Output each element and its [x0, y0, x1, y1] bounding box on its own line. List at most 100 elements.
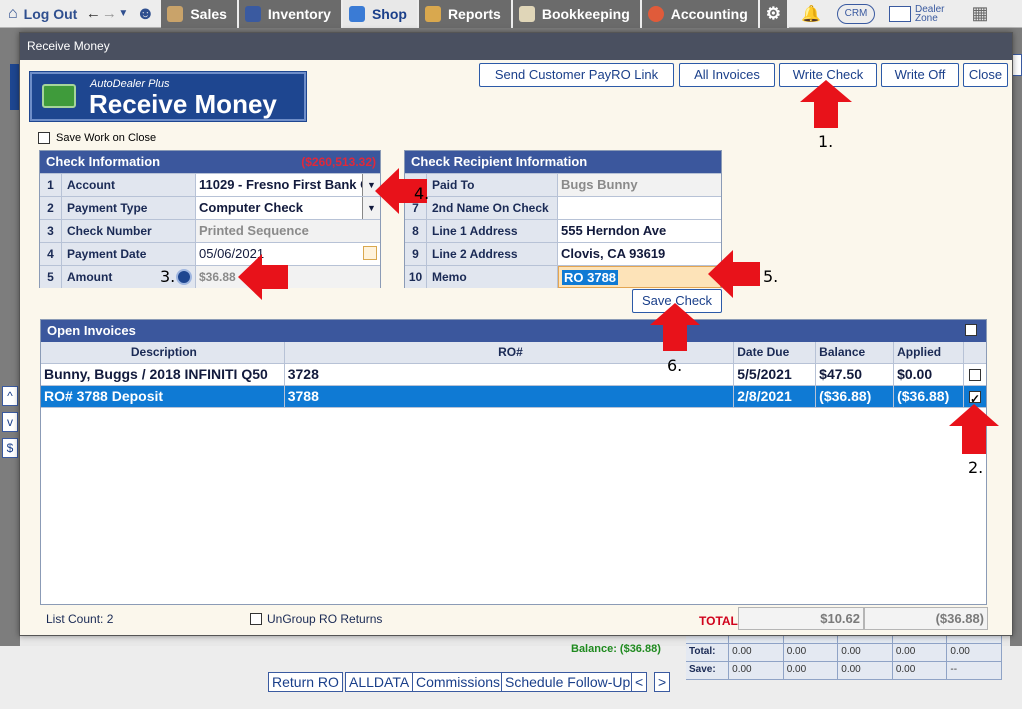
gear-icon: ⚙ — [765, 3, 781, 23]
tab-reports[interactable]: Reports — [418, 0, 513, 28]
schedule-follow-up-button[interactable]: Schedule Follow-Up — [501, 672, 635, 692]
line2-address-input[interactable]: Clovis, CA 93619 — [558, 243, 721, 265]
totals-row-save: Save: 0.00 0.00 0.00 0.00 -- — [686, 662, 1002, 680]
user-face-icon[interactable]: ☻ — [129, 3, 161, 24]
invoice-row-checkbox[interactable] — [969, 389, 981, 407]
annotation-arrow-3 — [238, 254, 288, 300]
home-icon: ⌂ — [8, 4, 18, 22]
dialog-title: Receive Money — [20, 33, 1012, 60]
annotation-label-1: 1. — [818, 132, 834, 151]
check-number-input[interactable]: Printed Sequence — [196, 220, 380, 242]
save-work-checkbox[interactable] — [38, 132, 50, 144]
check-information-panel: Check Information ($260,513.32) 1 Accoun… — [39, 150, 381, 288]
return-ro-button[interactable]: Return RO — [268, 672, 343, 692]
account-select[interactable]: 11029 - Fresno First Bank Checking ▼ — [196, 174, 380, 196]
invoices-footer: List Count: 2 UnGroup RO Returns TOTAL $… — [40, 607, 988, 631]
annotation-label-2: 2. — [968, 458, 984, 477]
scroll-down-button[interactable]: v — [2, 412, 18, 432]
receive-money-dialog: Receive Money AutoDealer Plus Receive Mo… — [19, 32, 1013, 636]
list-count: List Count: 2 — [46, 612, 114, 626]
field-account: 1 Account 11029 - Fresno First Bank Chec… — [40, 173, 380, 196]
report-icon — [424, 5, 441, 22]
check-recipient-panel: Check Recipient Information 6 Paid To Bu… — [404, 150, 722, 288]
bg-button-edge[interactable] — [1012, 54, 1022, 76]
calculator-icon[interactable]: ▦ — [971, 3, 989, 24]
annotation-label-6: 6. — [667, 356, 683, 375]
totals-row-total: Total: 0.00 0.00 0.00 0.00 0.00 — [686, 644, 1002, 662]
alldata-button[interactable]: ALLDATA — [345, 672, 414, 692]
balance-label: Balance: ($36.88) — [571, 643, 661, 655]
book-icon — [518, 5, 535, 22]
next-button[interactable]: > — [654, 672, 671, 692]
tab-bookkeeping[interactable]: Bookkeeping — [512, 0, 642, 28]
invoice-row-checkbox[interactable] — [969, 368, 981, 381]
invoice-row[interactable]: Bunny, Buggs / 2018 INFINITI Q50 3728 5/… — [41, 364, 986, 386]
scroll-up-button[interactable]: ^ — [2, 386, 18, 406]
payment-type-select[interactable]: Computer Check ▼ — [196, 197, 380, 219]
cash-icon — [42, 84, 76, 108]
dollar-button[interactable]: $ — [2, 438, 18, 458]
id-card-icon — [889, 5, 911, 22]
write-off-button[interactable]: Write Off — [881, 63, 959, 87]
memo-input[interactable]: RO 3788 — [558, 266, 721, 288]
total-applied: ($36.88) — [864, 607, 988, 630]
tab-shop[interactable]: Shop — [342, 0, 419, 28]
receive-money-logo: AutoDealer Plus Receive Money — [30, 72, 306, 121]
field-line2-address: 9 Line 2 Address Clovis, CA 93619 — [405, 242, 721, 265]
all-invoices-button[interactable]: All Invoices — [679, 63, 775, 87]
total-balance: $10.62 — [738, 607, 864, 630]
amount-info-icon[interactable] — [176, 269, 192, 285]
annotation-arrow-5 — [708, 250, 760, 298]
back-arrow-icon[interactable]: ← — [85, 5, 101, 22]
car-icon — [244, 5, 261, 22]
select-all-checkbox[interactable] — [965, 324, 977, 336]
field-payment-type: 2 Payment Type Computer Check ▼ — [40, 196, 380, 219]
dealer-zone-button[interactable]: Dealer Zone — [889, 4, 955, 23]
col-description[interactable]: Description — [41, 342, 285, 363]
paid-to-input[interactable]: Bugs Bunny — [558, 174, 721, 196]
tab-accounting[interactable]: Accounting — [641, 0, 760, 28]
settings-tab[interactable]: ⚙ — [759, 0, 789, 28]
col-date-due[interactable]: Date Due — [734, 342, 817, 363]
prev-button[interactable]: < — [631, 672, 648, 692]
send-payro-link-button[interactable]: Send Customer PayRO Link — [479, 63, 674, 87]
annotation-label-3: 3. — [160, 267, 176, 286]
save-work-on-close[interactable]: Save Work on Close — [38, 132, 156, 144]
ungroup-ro-returns[interactable]: UnGroup RO Returns — [250, 612, 382, 626]
annotation-label-4: 4. — [414, 184, 430, 203]
check-total: ($260,513.32) — [301, 155, 376, 169]
invoice-table-header: Description RO# Date Due Balance Applied — [41, 342, 986, 364]
commissions-button[interactable]: Commissions — [412, 672, 505, 692]
amount-input[interactable]: $36.88 — [196, 266, 380, 288]
logout-link[interactable]: ⌂ Log Out — [0, 0, 85, 28]
line1-address-input[interactable]: 555 Herndon Ave — [558, 220, 721, 242]
field-check-number: 3 Check Number Printed Sequence — [40, 219, 380, 242]
col-balance[interactable]: Balance — [816, 342, 895, 363]
annotation-arrow-2 — [949, 404, 999, 454]
payment-date-input[interactable]: 05/06/2021 — [196, 243, 380, 265]
field-line1-address: 8 Line 1 Address 555 Herndon Ave — [405, 219, 721, 242]
check-recipient-header: Check Recipient Information — [405, 151, 721, 173]
top-nav: ⌂ Log Out ← → ▼ ☻ Sales Inventory Shop R… — [0, 0, 1022, 28]
close-button[interactable]: Close — [963, 63, 1008, 87]
check-information-header: Check Information ($260,513.32) — [40, 151, 380, 173]
open-invoices-header: Open Invoices — [41, 320, 986, 342]
ungroup-ro-returns-checkbox[interactable] — [250, 613, 262, 625]
annotation-label-5: 5. — [763, 267, 779, 286]
crm-button[interactable]: CRM — [837, 3, 875, 24]
forward-arrow-icon[interactable]: → — [101, 5, 117, 22]
invoice-row[interactable]: RO# 3788 Deposit 3788 2/8/2021 ($36.88) … — [41, 386, 986, 408]
tab-sales[interactable]: Sales — [161, 0, 239, 28]
tab-inventory[interactable]: Inventory — [238, 0, 343, 28]
col-applied[interactable]: Applied — [894, 342, 965, 363]
field-2nd-name: 7 2nd Name On Check — [405, 196, 721, 219]
second-name-input[interactable] — [558, 197, 721, 219]
salesman-icon — [167, 5, 184, 22]
field-paid-to: 6 Paid To Bugs Bunny — [405, 173, 721, 196]
bell-icon[interactable]: 🔔 — [789, 4, 833, 24]
annotation-arrow-1 — [800, 80, 852, 128]
field-payment-date: 4 Payment Date 05/06/2021 — [40, 242, 380, 265]
field-amount: 5 Amount $36.88 — [40, 265, 380, 288]
chevron-down-icon[interactable]: ▼ — [117, 8, 129, 19]
calendar-icon[interactable] — [363, 246, 377, 260]
